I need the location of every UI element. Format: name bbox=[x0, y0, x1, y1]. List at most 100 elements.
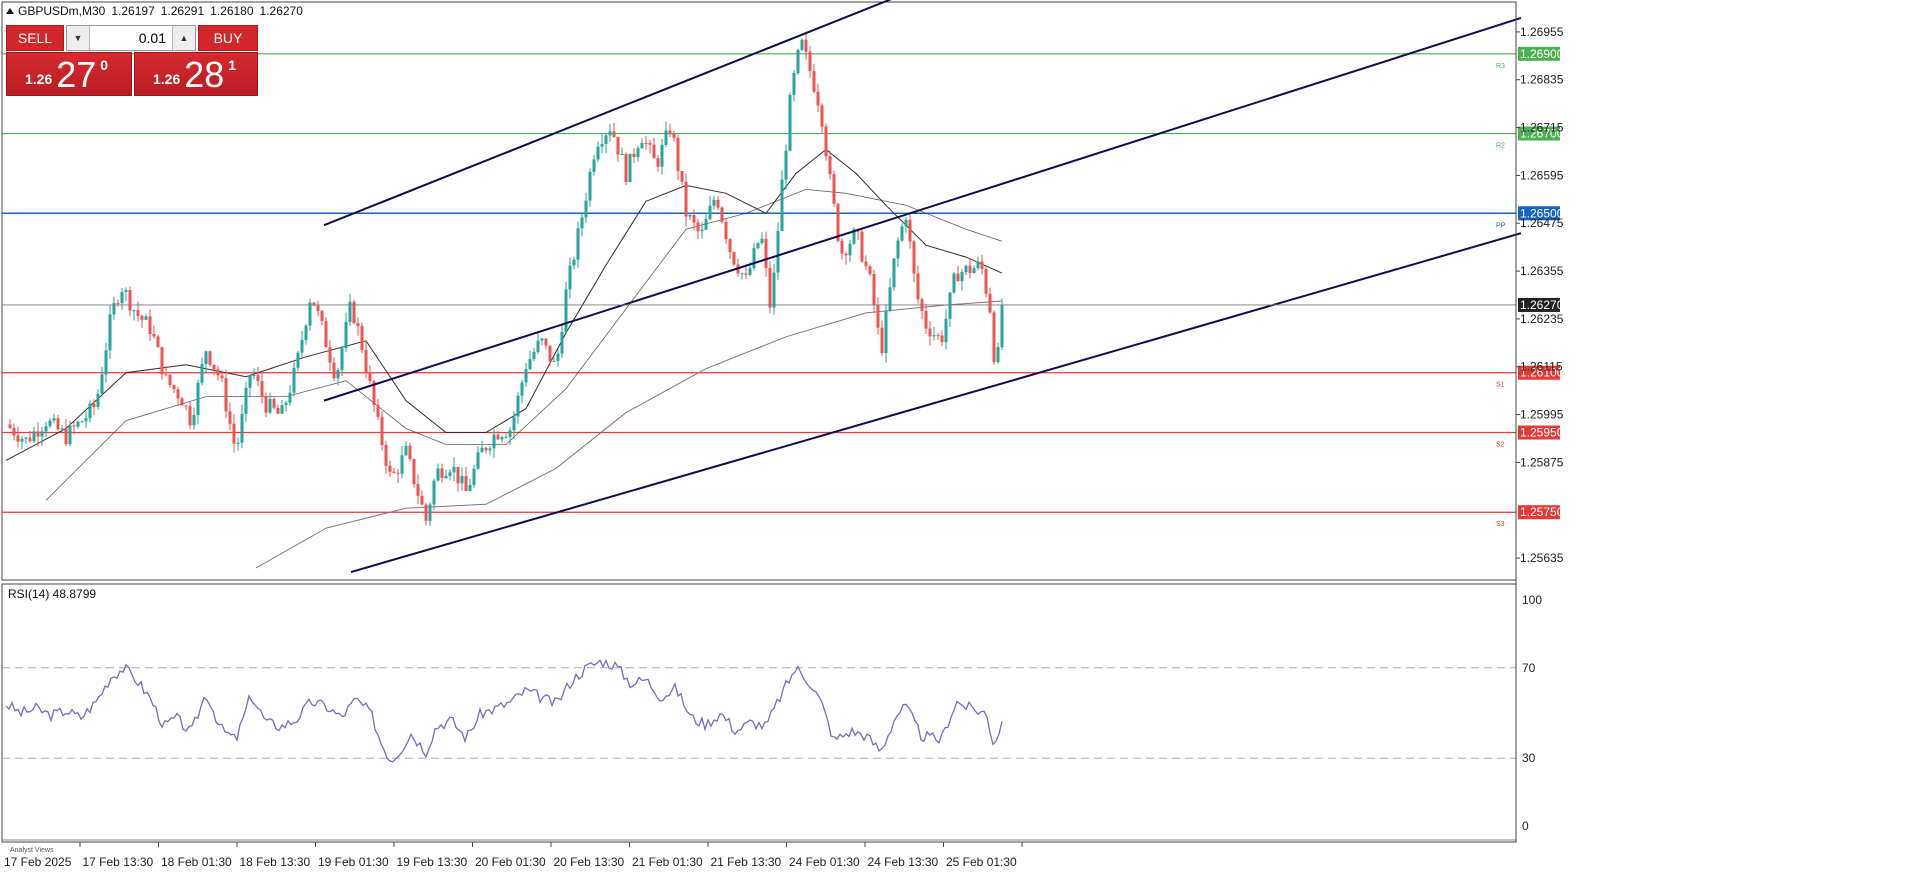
candle-body bbox=[160, 347, 164, 375]
candle-body bbox=[576, 228, 580, 260]
candle-body bbox=[196, 382, 200, 416]
chart-canvas[interactable]: R31.26900R21.26700PP1.26500S11.26100S21.… bbox=[0, 0, 1916, 874]
candle-body bbox=[772, 272, 776, 308]
candle-body bbox=[20, 438, 24, 442]
candle-body bbox=[168, 374, 172, 386]
candle-body bbox=[592, 159, 596, 172]
candle-body bbox=[44, 426, 48, 432]
candle-body bbox=[868, 266, 872, 275]
candle-body bbox=[600, 144, 604, 147]
candle-body bbox=[728, 239, 732, 253]
candle-body bbox=[208, 351, 212, 365]
candle-body bbox=[1000, 305, 1004, 348]
collapse-triangle-icon[interactable] bbox=[6, 8, 14, 14]
candle-body bbox=[240, 413, 244, 443]
candle-body bbox=[996, 347, 1000, 363]
y-tick-label: 1.26235 bbox=[1520, 312, 1564, 326]
level-tag-r2: R2 bbox=[1496, 143, 1505, 150]
rsi-pane[interactable] bbox=[1, 583, 1517, 843]
candle-body bbox=[180, 398, 184, 406]
candle-body bbox=[512, 416, 516, 431]
candle-body bbox=[332, 362, 336, 379]
candle-body bbox=[608, 131, 612, 136]
candle-body bbox=[424, 504, 428, 521]
candle-body bbox=[152, 334, 156, 337]
x-tick-label: 18 Feb 13:30 bbox=[240, 855, 311, 869]
bid-price-box[interactable]: 1.26 27 0 bbox=[6, 52, 132, 96]
candle-body bbox=[316, 305, 320, 311]
candle-body bbox=[620, 154, 624, 156]
candle-body bbox=[204, 351, 208, 365]
candle-body bbox=[880, 327, 884, 354]
candle-body bbox=[56, 418, 60, 430]
candle-body bbox=[356, 323, 360, 327]
candle-body bbox=[860, 231, 864, 262]
y-tick-label: 1.25875 bbox=[1520, 455, 1564, 469]
candle-body bbox=[992, 312, 996, 363]
candle-body bbox=[16, 435, 20, 442]
candle-body bbox=[660, 144, 664, 167]
candle-body bbox=[72, 425, 76, 427]
candle-body bbox=[564, 289, 568, 332]
candle-body bbox=[368, 372, 372, 382]
x-tick-label: 19 Feb 01:30 bbox=[318, 855, 389, 869]
candle-body bbox=[452, 466, 456, 473]
candle-body bbox=[420, 495, 424, 505]
candle-body bbox=[224, 378, 228, 412]
candle-body bbox=[48, 420, 52, 427]
candle-body bbox=[804, 39, 808, 52]
candle-body bbox=[216, 369, 220, 376]
candle-body bbox=[456, 466, 460, 484]
candle-body bbox=[200, 364, 204, 383]
candle-body bbox=[704, 219, 708, 230]
candle-body bbox=[476, 452, 480, 469]
lot-size-input[interactable] bbox=[90, 29, 172, 47]
rsi-y-tick-label: 70 bbox=[1522, 661, 1536, 675]
candle-body bbox=[720, 207, 724, 222]
candle-body bbox=[524, 369, 528, 383]
candle-body bbox=[68, 425, 72, 445]
candle-body bbox=[272, 398, 276, 408]
candle-body bbox=[900, 226, 904, 241]
candle-body bbox=[480, 447, 484, 453]
rsi-y-tick-label: 100 bbox=[1522, 593, 1542, 607]
x-tick-label: 24 Feb 13:30 bbox=[868, 855, 939, 869]
bid-small-digit: 0 bbox=[100, 57, 109, 73]
ask-price-box[interactable]: 1.26 28 1 bbox=[134, 52, 258, 96]
candle-body bbox=[972, 268, 976, 274]
level-label-s2: 1.25950 bbox=[1520, 426, 1564, 440]
lot-increase-chevron-up-icon[interactable]: ▲ bbox=[172, 26, 195, 50]
candle-body bbox=[796, 49, 800, 74]
candle-body bbox=[236, 442, 240, 444]
buy-button[interactable]: BUY bbox=[198, 25, 258, 51]
candle-body bbox=[740, 273, 744, 275]
candle-body bbox=[976, 261, 980, 269]
candle-body bbox=[340, 348, 344, 370]
candle-body bbox=[364, 349, 368, 373]
candle-body bbox=[700, 229, 704, 232]
candle-body bbox=[892, 258, 896, 288]
lot-size-box: ▼ ▲ bbox=[66, 25, 196, 51]
candle-body bbox=[464, 475, 468, 492]
sell-button[interactable]: SELL bbox=[6, 25, 64, 51]
candle-body bbox=[960, 272, 964, 282]
candle-body bbox=[320, 310, 324, 322]
lot-decrease-chevron-down-icon[interactable]: ▼ bbox=[67, 26, 90, 50]
y-tick-label: 1.26715 bbox=[1520, 121, 1564, 135]
candle-body bbox=[144, 316, 148, 320]
ask-prefix: 1.26 bbox=[153, 71, 181, 87]
level-tag-pp: PP bbox=[1496, 222, 1506, 229]
one-click-trading-panel: SELL ▼ ▲ BUY 1.26270 1.26281 bbox=[6, 25, 258, 96]
ohlc-close: 1.26270 bbox=[259, 4, 303, 18]
candle-body bbox=[184, 405, 188, 407]
candle-body bbox=[784, 150, 788, 180]
x-tick-label: 20 Feb 01:30 bbox=[475, 855, 546, 869]
candle-body bbox=[752, 248, 756, 269]
candle-body bbox=[588, 171, 592, 201]
candle-body bbox=[264, 396, 268, 413]
candle-body bbox=[408, 445, 412, 460]
candle-body bbox=[544, 338, 548, 346]
level-tag-r3: R3 bbox=[1496, 63, 1505, 70]
rsi-title: RSI(14) 48.8799 bbox=[8, 587, 96, 601]
candle-body bbox=[984, 269, 988, 294]
